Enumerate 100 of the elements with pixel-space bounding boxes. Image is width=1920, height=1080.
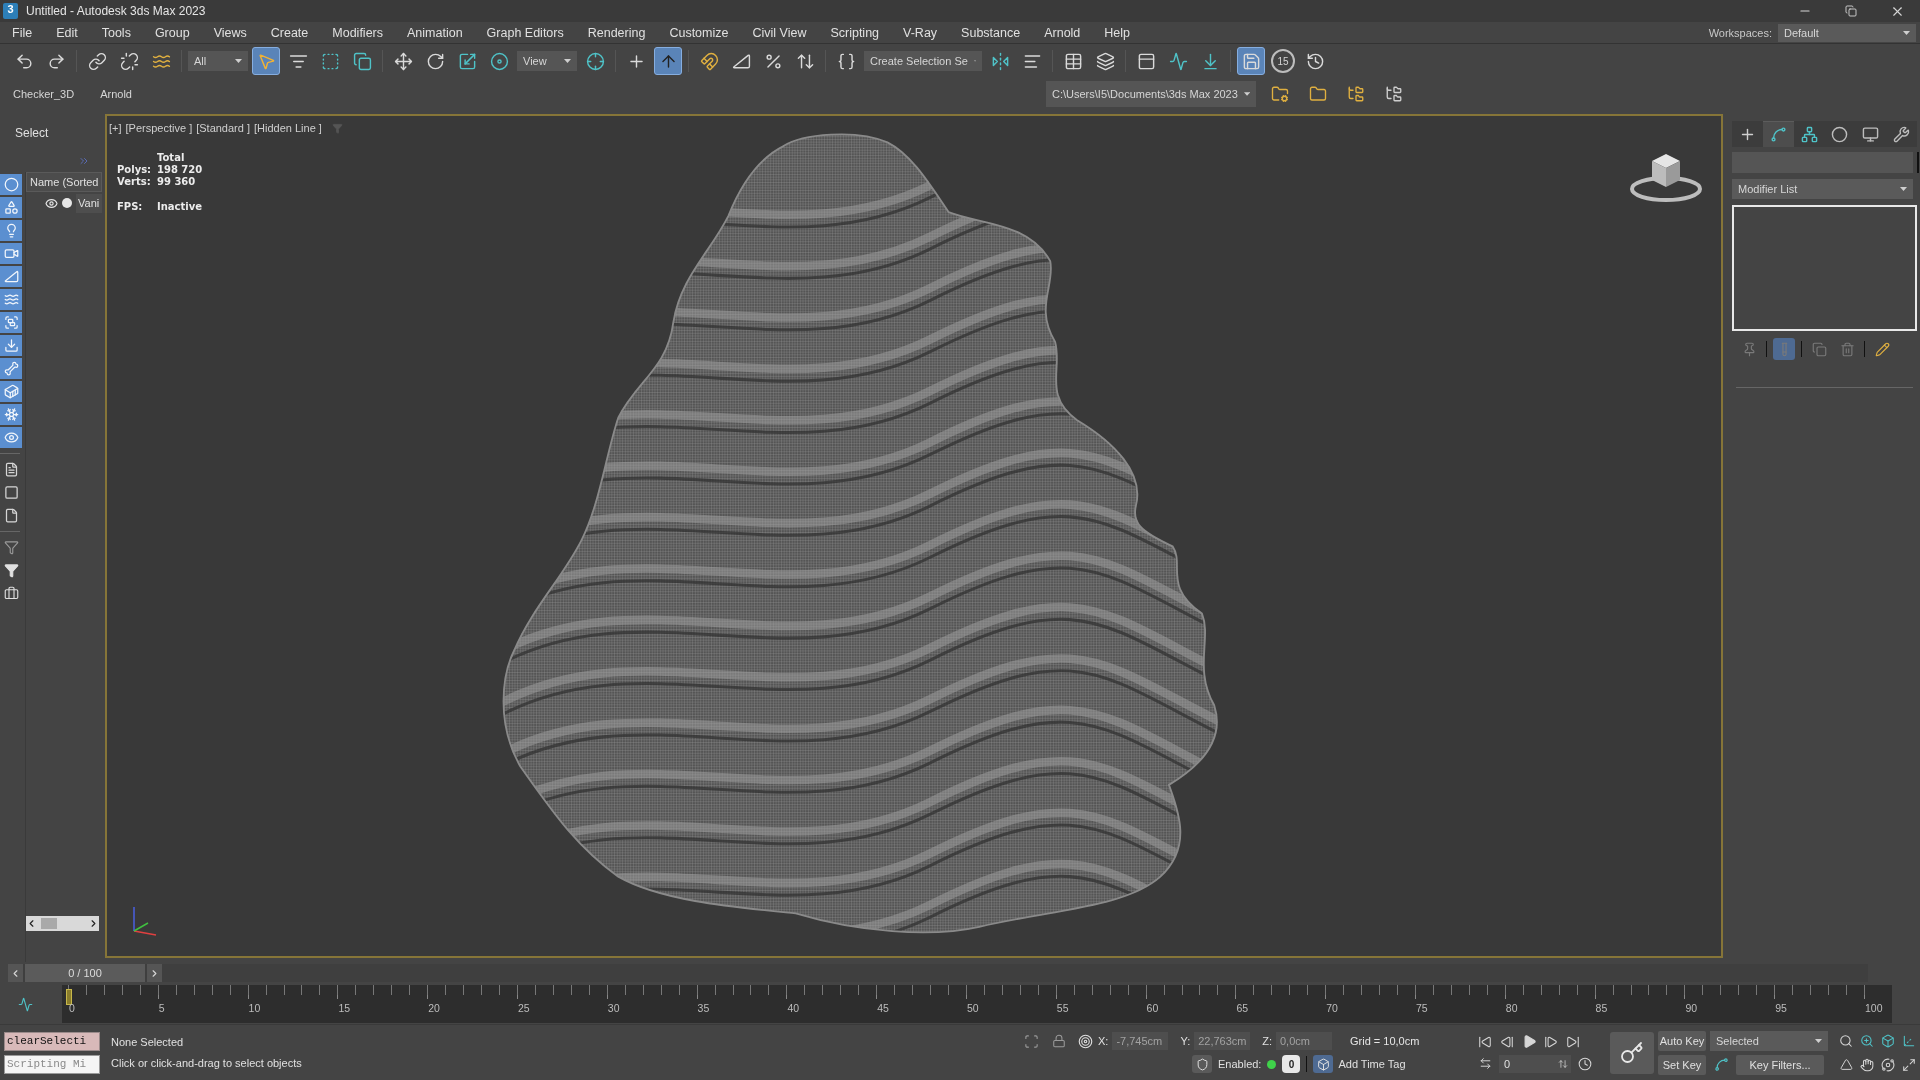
previous-frame-button[interactable] [8, 964, 23, 982]
shield-icon [1192, 1055, 1212, 1073]
filter-toggle[interactable] [0, 381, 22, 402]
filter-toggle[interactable] [0, 404, 22, 425]
workspaces-dropdown[interactable]: Default [1778, 23, 1916, 42]
panel-tab[interactable] [1762, 121, 1794, 147]
viewport-label[interactable]: [Hidden Line ] [254, 122, 322, 134]
visibility-toggle[interactable] [45, 196, 58, 210]
stats-label: FPS: [117, 201, 144, 212]
next-frame-button[interactable] [147, 964, 162, 982]
group-icon [3, 315, 19, 330]
window-title: Untitled - Autodesk 3ds Max 2023 [26, 4, 206, 18]
menu-item[interactable]: Views [201, 22, 259, 43]
table-icon [1063, 51, 1083, 71]
bone-icon [3, 361, 19, 376]
menu-item[interactable]: Civil View [740, 22, 819, 43]
menu-item[interactable]: Create [258, 22, 321, 43]
frame-number: 30 [607, 1002, 620, 1014]
menu-item[interactable]: File [0, 22, 45, 43]
frame-number: 15 [338, 1002, 351, 1014]
filter-toggle[interactable] [0, 358, 22, 379]
listener-input-field[interactable]: Scripting Mi [4, 1054, 100, 1074]
modifier-list-dropdown[interactable]: Modifier List [1732, 179, 1913, 199]
set-keys-button[interactable] [1610, 1031, 1654, 1074]
dropdown[interactable]: View [517, 51, 577, 71]
dropdown[interactable]: All [188, 51, 248, 71]
maximize-icon [1902, 1057, 1916, 1072]
menu-item[interactable]: Customize [657, 22, 741, 43]
prompt-text: Click or click-and-drag to select objects [111, 1057, 303, 1069]
filter-toggle[interactable] [0, 335, 22, 356]
filter-toggle[interactable] [0, 312, 22, 333]
frame-spinner[interactable]: 0 [1499, 1054, 1571, 1073]
skip-forward-icon [1566, 1034, 1580, 1049]
viewport-label[interactable]: [+] [109, 122, 122, 134]
left-right-arrows-icon [1478, 1057, 1492, 1070]
menu-item[interactable]: Graph Editors [474, 22, 576, 43]
menu-item[interactable]: Help [1092, 22, 1143, 43]
auto-key-button[interactable]: Auto Key [1658, 1030, 1706, 1051]
filter-toggle[interactable] [0, 197, 22, 218]
menu-item[interactable]: Tools [89, 22, 143, 43]
column-header[interactable]: Name (Sorted [26, 172, 102, 192]
toolbar-tab[interactable]: Checker_3D [13, 88, 75, 100]
menu-item[interactable]: Animation [395, 22, 475, 43]
frame-number: 55 [1056, 1002, 1069, 1014]
filter-toggle[interactable] [0, 427, 22, 448]
project-path-dropdown[interactable]: C:\Users\I5\Documents\3ds Max 2023 [1046, 81, 1256, 107]
toolbar-button[interactable] [654, 47, 682, 75]
filter-toggle[interactable] [0, 174, 22, 195]
macro-recorder-field[interactable]: clearSelecti [4, 1031, 100, 1051]
menu-item[interactable]: Rendering [575, 22, 658, 43]
pencil-icon [1874, 341, 1890, 357]
key-filters-button[interactable]: Key Filters... [1736, 1054, 1824, 1075]
object-name[interactable]: Vani [76, 193, 102, 213]
menu-item[interactable]: Edit [44, 22, 90, 43]
dropdown[interactable]: Create Selection Se [864, 51, 982, 71]
filter-toggle[interactable] [0, 243, 22, 264]
time-slider-track[interactable]: 0 / 100 [8, 964, 1868, 982]
menu-item[interactable]: Group [142, 22, 202, 43]
search-icon [1839, 1033, 1853, 1048]
rotate-icon [425, 51, 445, 71]
frame-number: 20 [428, 1002, 440, 1014]
scale-icon [457, 51, 477, 71]
filter-toggle[interactable] [0, 266, 22, 287]
menu-item[interactable]: Arnold [1032, 22, 1093, 43]
panel-tab[interactable] [1886, 121, 1917, 147]
frame-number: 65 [1236, 1002, 1249, 1014]
panel-tab[interactable] [1732, 121, 1763, 147]
sphere-icon [3, 177, 19, 192]
add-time-tag-button[interactable]: Add Time Tag [1313, 1055, 1406, 1073]
hierarchy-icon [1800, 126, 1818, 143]
triangle-ruler-icon [3, 269, 19, 284]
stats-value: 99 360 [157, 176, 197, 187]
target-icon [1077, 1033, 1093, 1049]
menu-item[interactable]: V-Ray [891, 22, 950, 43]
modifier-stack[interactable] [1732, 205, 1917, 331]
horizontal-scrollbar[interactable] [26, 916, 99, 931]
time-slider-thumb[interactable]: 0 / 100 [25, 964, 145, 982]
filter-toggle[interactable] [0, 289, 22, 310]
menu-item[interactable]: Substance [949, 22, 1033, 43]
current-frame-marker[interactable] [66, 989, 72, 1005]
circle-icon [1831, 126, 1849, 143]
viewport-label[interactable]: [Standard ] [196, 122, 250, 134]
counter-button[interactable]: 15 [1271, 49, 1295, 73]
frame-number: 35 [697, 1002, 710, 1014]
skip-back-icon [1478, 1034, 1492, 1049]
toolbar-tab[interactable]: Arnold [100, 88, 132, 100]
filter-toggle[interactable] [0, 220, 22, 241]
menu-item[interactable]: Modifiers [320, 22, 395, 43]
panel-tab[interactable] [1793, 121, 1825, 147]
set-key-button[interactable]: Set Key [1658, 1054, 1706, 1075]
axes-icon [1902, 1033, 1916, 1048]
key-mode-dropdown[interactable]: Selected [1710, 1030, 1828, 1051]
viewport-label[interactable]: [Perspective ] [125, 122, 193, 134]
trackbar[interactable]: 0 5 10 15 20 25 30 35 40 45 50 55 60 65 70 75 80 85 90 95 100 [62, 985, 1892, 1023]
menu-item[interactable]: Scripting [818, 22, 892, 43]
eye-icon [3, 430, 19, 445]
wave-line-icon [17, 996, 33, 1012]
time-tag-count-button[interactable]: 0 [1282, 1055, 1301, 1073]
document-icon [3, 462, 19, 477]
camera-icon [3, 246, 19, 261]
